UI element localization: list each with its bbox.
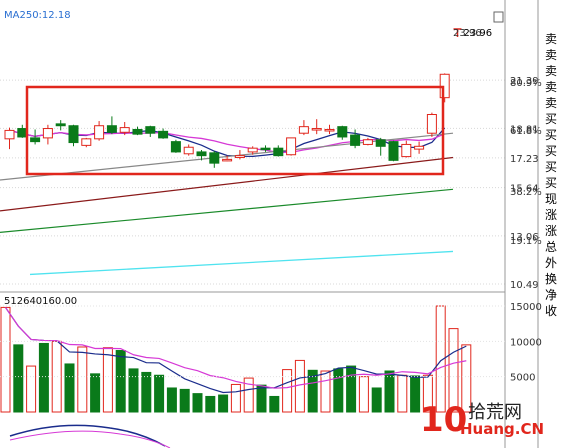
volume-bar: [0, 306, 11, 413]
candle-body: [362, 139, 373, 145]
candle-body: [401, 143, 412, 158]
candle-body: [196, 151, 207, 157]
candle-body: [426, 114, 437, 134]
volume-bar: [371, 387, 382, 413]
candle-body: [183, 146, 194, 155]
price-tick-label: 17.23: [510, 154, 539, 165]
volume-tick-label: 10000: [510, 337, 542, 348]
candle-body: [55, 123, 66, 127]
volume-label: 512640160.00: [4, 296, 78, 307]
candle-body: [298, 126, 309, 134]
candle-body: [260, 147, 271, 151]
volume-bar: [115, 350, 126, 413]
side-panel-label[interactable]: 买: [542, 128, 560, 143]
volume-tick-label: 15000: [510, 302, 542, 313]
percent-label: 38.2%: [510, 187, 542, 198]
candle-body: [4, 129, 15, 140]
volume-tick-label: 5000: [510, 373, 535, 384]
price-tick-label: 23.96: [453, 28, 482, 39]
candle-body: [273, 147, 284, 157]
candle-body: [145, 126, 156, 134]
candle-body: [375, 139, 386, 147]
candle-body: [209, 152, 220, 164]
chart-canvas: 23.96 23.9621.3918.8117.2315.6413.0610.4…: [0, 0, 563, 448]
volume-bar: [230, 383, 241, 413]
volume-bar: [51, 340, 62, 413]
volume-bar: [397, 374, 408, 413]
side-panel-label[interactable]: 总: [542, 240, 560, 255]
volume-bar: [358, 376, 369, 413]
candle-body: [324, 128, 335, 132]
volume-bar: [410, 375, 421, 413]
volume-bar: [90, 373, 101, 413]
volume-bar: [26, 365, 37, 413]
side-panel-label[interactable]: 净: [542, 288, 560, 303]
watermark-url: Huang.CN: [460, 420, 545, 438]
volume-bar: [102, 347, 113, 413]
candle-body: [414, 145, 425, 150]
candle-body: [30, 137, 41, 143]
ma250-label: MA250:12.18: [4, 10, 71, 21]
volume-bar: [154, 374, 165, 413]
side-panel-label[interactable]: 买: [542, 144, 560, 159]
candle-body: [311, 128, 322, 131]
percent-label: 80.9%: [510, 78, 542, 89]
side-panel-label[interactable]: 买: [542, 160, 560, 175]
volume-bar: [179, 388, 190, 413]
volume-bar: [256, 384, 267, 413]
side-panel-label[interactable]: 涨: [542, 224, 560, 239]
candle-body: [350, 134, 361, 146]
volume-bar: [128, 368, 139, 413]
volume-bar: [38, 342, 49, 413]
side-panel-label[interactable]: 现: [542, 192, 560, 207]
candle-body: [247, 147, 258, 153]
candle-body: [222, 158, 233, 162]
candle-body: [132, 128, 143, 135]
side-panel-label[interactable]: 换: [542, 272, 560, 287]
volume-bar: [13, 344, 24, 413]
volume-bar: [192, 393, 203, 413]
candle-body: [94, 125, 105, 140]
side-panel-label[interactable]: 收: [542, 304, 560, 319]
volume-bar: [64, 363, 75, 413]
volume-bar: [77, 346, 88, 413]
candle-body: [42, 128, 53, 139]
volume-bar: [320, 370, 331, 413]
candle-body: [337, 126, 348, 138]
percent-label: 61.8%: [510, 126, 542, 137]
candle-body: [68, 125, 79, 144]
volume-bar: [141, 371, 152, 413]
volume-bar: [218, 394, 229, 413]
side-panel-label[interactable]: 卖: [542, 96, 560, 111]
volume-bar: [346, 365, 357, 413]
side-panel-label[interactable]: 卖: [542, 80, 560, 95]
candle-body: [81, 138, 92, 146]
volume-bar: [333, 368, 344, 413]
candle-body: [170, 141, 181, 153]
side-panel-label[interactable]: 外: [542, 256, 560, 271]
percent-label: 19.1%: [510, 236, 542, 247]
volume-bar: [384, 370, 395, 413]
candle-body: [388, 141, 399, 161]
side-panel-label[interactable]: 买: [542, 176, 560, 191]
candle-body: [106, 125, 117, 133]
side-panel-label[interactable]: 卖: [542, 48, 560, 63]
volume-bar: [269, 395, 280, 413]
side-panel-label[interactable]: 卖: [542, 64, 560, 79]
side-panel-label[interactable]: 涨: [542, 208, 560, 223]
candle-body: [234, 155, 245, 159]
volume-bar: [166, 387, 177, 413]
candle-body: [286, 137, 297, 156]
side-panel-label[interactable]: 卖: [542, 32, 560, 47]
price-tick-label: 10.49: [510, 280, 539, 291]
volume-bar: [294, 359, 305, 413]
side-panel-label[interactable]: 买: [542, 112, 560, 127]
volume-bar: [205, 395, 216, 413]
candle-body: [17, 128, 28, 138]
volume-bar: [282, 369, 293, 413]
candle-body: [119, 127, 130, 133]
candle-body: [158, 130, 169, 139]
